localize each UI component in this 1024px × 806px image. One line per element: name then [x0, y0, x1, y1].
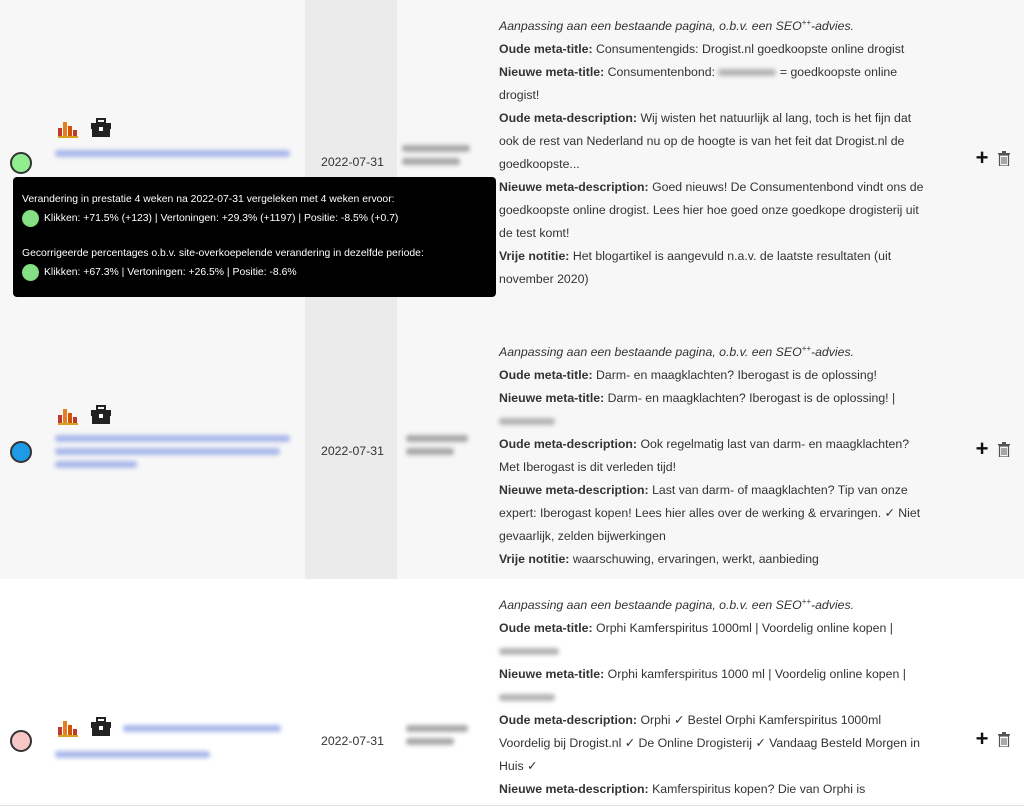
- row-icons: [58, 405, 112, 425]
- tooltip-stats-text-1: Klikken: +71.5% (+123) | Vertoningen: +2…: [44, 212, 399, 224]
- toolbox-icon[interactable]: [90, 717, 112, 737]
- bar-chart-icon[interactable]: [58, 120, 78, 138]
- row-icons: [58, 118, 112, 138]
- change-description: Aanpassing aan een bestaande pagina, o.b…: [499, 344, 921, 567]
- row-actions: +: [974, 147, 1010, 169]
- row-actions: +: [974, 728, 1010, 750]
- change-date: 2022-07-31: [321, 155, 384, 169]
- page-url-blurred[interactable]: [55, 150, 290, 157]
- table-row: 2022-07-31 Aanpassing aan een bestaande …: [0, 325, 1024, 580]
- toolbox-icon[interactable]: [90, 405, 112, 425]
- bar-chart-icon[interactable]: [58, 407, 78, 425]
- add-button[interactable]: +: [974, 438, 990, 460]
- performance-tooltip: Verandering in prestatie 4 weken na 2022…: [13, 177, 496, 297]
- add-button[interactable]: +: [974, 728, 990, 750]
- author-blurred: [406, 435, 468, 455]
- change-date: 2022-07-31: [321, 734, 384, 748]
- trash-icon[interactable]: [998, 441, 1010, 457]
- author-blurred: [406, 725, 468, 745]
- tooltip-stats-1: Klikken: +71.5% (+123) | Vertoningen: +2…: [22, 207, 486, 229]
- tooltip-stats-2: Klikken: +67.3% | Vertoningen: +26.5% | …: [22, 261, 486, 283]
- change-description: Aanpassing aan een bestaande pagina, o.b…: [499, 18, 924, 287]
- page-url-blurred-2[interactable]: [55, 751, 210, 758]
- change-description: Aanpassing aan een bestaande pagina, o.b…: [499, 597, 920, 797]
- author-blurred: [402, 145, 470, 165]
- toolbox-icon[interactable]: [90, 118, 112, 138]
- tooltip-title-2: Gecorrigeerde percentages o.b.v. site-ov…: [22, 247, 424, 259]
- row-icons: [58, 717, 112, 737]
- trash-icon[interactable]: [998, 150, 1010, 166]
- status-dot[interactable]: [10, 730, 32, 752]
- row-actions: +: [974, 438, 1010, 460]
- page-url-blurred[interactable]: [55, 435, 290, 468]
- trash-icon[interactable]: [998, 731, 1010, 747]
- status-dot-icon: [22, 209, 39, 227]
- tooltip-title-1: Verandering in prestatie 4 weken na 2022…: [22, 193, 395, 205]
- status-dot[interactable]: [10, 441, 32, 463]
- change-date: 2022-07-31: [321, 444, 384, 458]
- bar-chart-icon[interactable]: [58, 719, 78, 737]
- status-dot-icon: [22, 263, 39, 281]
- add-button[interactable]: +: [974, 147, 990, 169]
- tooltip-stats-text-2: Klikken: +67.3% | Vertoningen: +26.5% | …: [44, 266, 297, 278]
- table-row: 2022-07-31 Aanpassing aan een bestaande …: [0, 579, 1024, 806]
- page-url-blurred[interactable]: [123, 725, 281, 732]
- status-dot[interactable]: [10, 152, 32, 174]
